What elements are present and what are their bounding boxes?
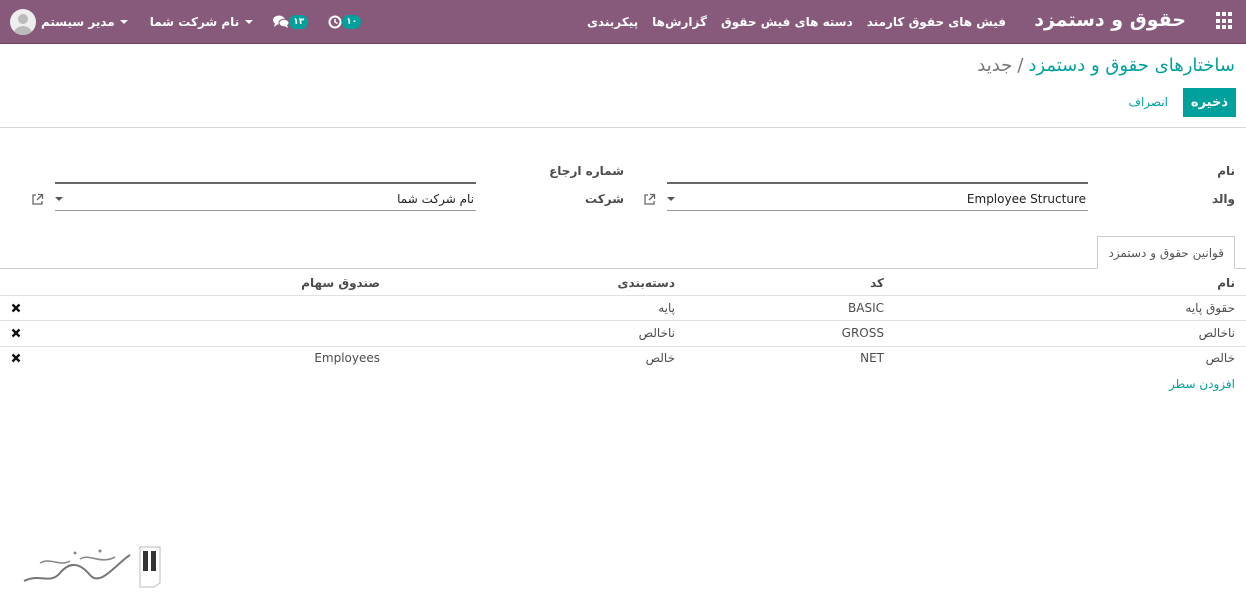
menu-configuration[interactable]: پیکربندی: [587, 15, 638, 29]
parent-external-link-icon[interactable]: [643, 193, 656, 206]
row-separator: [0, 320, 1246, 321]
add-line-link[interactable]: افزودن سطر: [1169, 377, 1235, 391]
name-label: نام: [1217, 164, 1235, 178]
header-separator: [0, 295, 1246, 296]
menu-reports[interactable]: گزارش‌ها: [652, 15, 707, 29]
cell-code: NET: [860, 351, 884, 365]
chat-icon: [273, 15, 290, 28]
clock-icon: [328, 15, 342, 29]
company-value: نام شرکت شما: [397, 192, 474, 206]
discard-button[interactable]: انصراف: [1129, 88, 1168, 117]
row-separator: [0, 346, 1246, 347]
user-caret-icon: [119, 20, 128, 24]
menu-payslip-batches[interactable]: دسته های فیش حقوق: [721, 15, 853, 29]
control-panel-divider: [0, 127, 1246, 128]
cell-code: BASIC: [848, 301, 884, 315]
activities-badge: ۱۰: [342, 15, 362, 29]
company-switcher[interactable]: نام شرکت شما: [149, 15, 254, 29]
parent-dropdown-caret-icon[interactable]: [667, 197, 675, 201]
user-menu[interactable]: مدیر سیستم: [10, 9, 128, 35]
column-header-category[interactable]: دسته‌بندی: [618, 276, 675, 290]
app-brand[interactable]: حقوق و دستمزد: [1034, 9, 1186, 31]
save-button[interactable]: ذخیره: [1182, 88, 1236, 117]
tab-divider: [0, 268, 1246, 269]
column-header-fund[interactable]: صندوق سهام: [301, 276, 380, 290]
cell-name: ناخالص: [1198, 326, 1235, 340]
breadcrumb-current: جدید: [977, 55, 1013, 76]
breadcrumb-separator: /: [1017, 55, 1024, 76]
company-external-link-icon[interactable]: [31, 193, 44, 206]
user-name: مدیر سیستم: [41, 15, 115, 29]
column-header-name[interactable]: نام: [1217, 276, 1235, 290]
delete-row-icon[interactable]: [11, 303, 21, 313]
column-header-code[interactable]: کد: [870, 276, 884, 290]
breadcrumb: ساختارهای حقوق و دستمزد/جدید: [977, 55, 1235, 76]
activity-menu[interactable]: ۱۰: [328, 15, 362, 29]
cell-name: حقوق پایه: [1185, 301, 1235, 315]
cell-code: GROSS: [841, 326, 884, 340]
menu-employee-payslips[interactable]: فیش های حقوق کارمند: [867, 15, 1006, 29]
cell-category: پایه: [658, 301, 675, 315]
systray: مدیر سیستم نام شرکت شما ۱۳ ۱۰: [10, 0, 362, 44]
avatar: [10, 9, 36, 35]
delete-row-icon[interactable]: [11, 353, 21, 363]
cell-category: خالص: [645, 351, 675, 365]
breadcrumb-parent[interactable]: ساختارهای حقوق و دستمزد: [1028, 55, 1235, 76]
company-label: شرکت: [585, 192, 624, 206]
messages-badge: ۱۳: [289, 15, 309, 29]
company-caret-icon: [245, 20, 254, 24]
cell-name: خالص: [1205, 351, 1235, 365]
tab-salary-rules[interactable]: قوانین حقوق و دستمزد: [1097, 236, 1235, 269]
apps-menu-icon[interactable]: [1214, 12, 1232, 30]
parent-value: Employee Structure: [966, 192, 1086, 206]
parent-label: والد: [1211, 192, 1235, 206]
main-menu: فیش های حقوق کارمند دسته های فیش حقوق گز…: [587, 0, 1006, 44]
cell-category: ناخالص: [638, 326, 675, 340]
cell-fund: Employees: [314, 351, 380, 365]
delete-row-icon[interactable]: [11, 328, 21, 338]
top-navbar: حقوق و دستمزد فیش های حقوق کارمند دسته ه…: [0, 0, 1246, 44]
company-switcher-label: نام شرکت شما: [149, 15, 240, 29]
company-dropdown-caret-icon[interactable]: [55, 197, 63, 201]
watermark-logo: [23, 546, 161, 588]
reference-label: شماره ارجاع: [549, 164, 624, 178]
messaging-menu[interactable]: ۱۳: [273, 15, 309, 29]
